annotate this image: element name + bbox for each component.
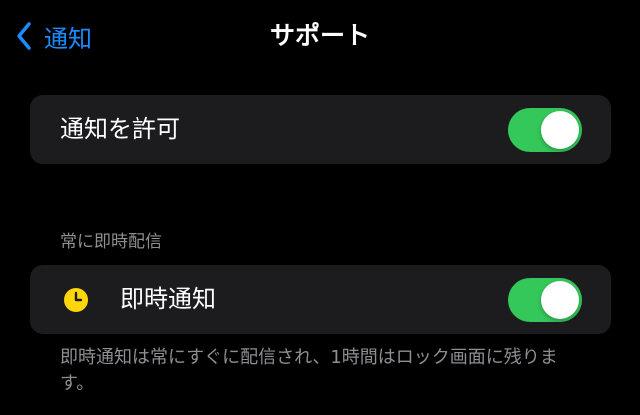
section-footer: 即時通知は常にすぐに配信され、1時間はロック画面に残ります。 — [60, 347, 558, 394]
allow-notifications-label: 通知を許可 — [60, 115, 180, 143]
toggle-knob — [541, 281, 579, 319]
immediate-notification-label: 即時通知 — [120, 285, 216, 313]
clock-icon — [63, 287, 89, 313]
toggle-knob — [541, 111, 579, 149]
immediate-notification-toggle[interactable] — [508, 278, 582, 322]
page-title: サポート — [269, 21, 370, 50]
allow-notifications-row: 通知を許可 — [30, 95, 611, 164]
allow-notifications-toggle[interactable] — [508, 108, 582, 152]
section-header: 常に即時配信 — [60, 232, 162, 252]
navigation-bar: 通知 サポート — [0, 0, 640, 72]
immediate-notification-row: 即時通知 — [30, 265, 611, 334]
